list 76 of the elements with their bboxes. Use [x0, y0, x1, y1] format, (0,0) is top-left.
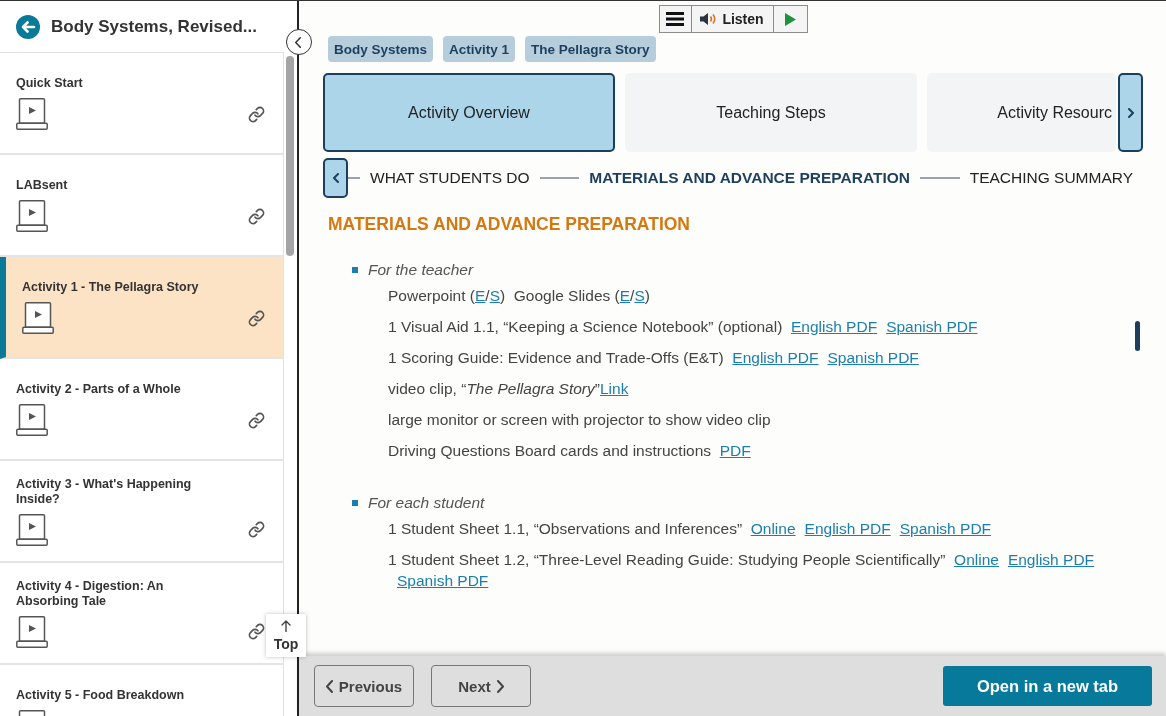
scrollbar-thumb[interactable]: [286, 56, 294, 256]
text-link[interactable]: S: [634, 285, 645, 306]
activity-title: Activity 1 - The Pellagra Story: [22, 280, 200, 295]
course-title: Body Systems, Revised...: [51, 16, 257, 37]
activity-title: Quick Start: [16, 76, 84, 91]
text-link[interactable]: English PDF: [1007, 549, 1095, 570]
step-link[interactable]: MATERIALS AND ADVANCE PREPARATION: [589, 169, 910, 187]
group-title: For the teacher: [368, 260, 474, 280]
material-item: Driving Questions Board cards and instructions PDF: [388, 440, 752, 461]
text-link[interactable]: English PDF: [790, 316, 878, 337]
material-item: 1 Scoring Guide: Evidence and Trade-Offs (E&T) English PDF Spanish PDF: [388, 347, 920, 368]
activity-title: Activity 2 - Parts of a Whole: [16, 382, 182, 397]
text-link[interactable]: Online: [750, 518, 796, 539]
link-icon[interactable]: [248, 105, 265, 123]
previous-button[interactable]: Previous: [314, 665, 414, 707]
laptop-play-icon: [16, 404, 48, 436]
text-link[interactable]: Spanish PDF: [886, 316, 978, 337]
material-item: 1 Visual Aid 1.1, “Keeping a Science Notebook” (optional) English PDF Spanish PDF: [388, 316, 979, 337]
scrollbar-thumb[interactable]: [1135, 321, 1140, 351]
play-icon: [784, 12, 796, 26]
square-bullet-icon: [352, 266, 358, 273]
link-icon[interactable]: [248, 411, 265, 429]
activity-title: Activity 5 - Food Breakdown: [16, 688, 186, 703]
breadcrumb-link[interactable]: Activity 1: [443, 36, 516, 62]
chevron-right-icon: [496, 679, 504, 693]
step-link[interactable]: TEACHING SUMMARY: [969, 169, 1133, 187]
text-link[interactable]: Link: [599, 378, 629, 399]
text-link[interactable]: E: [619, 285, 631, 306]
section-tab[interactable]: Activity Resourc: [927, 73, 1116, 152]
section-tab[interactable]: Activity Overview: [323, 73, 615, 152]
chevron-left-icon: [295, 36, 301, 48]
chevron-left-icon: [325, 679, 333, 693]
material-item: 1 Student Sheet 1.2, “Three-Level Reading Guide: Studying People Scientifically” Online English PDF Spanish PDF: [388, 549, 1096, 591]
section-tab[interactable]: Teaching Steps: [625, 73, 917, 152]
chevron-left-icon: [332, 173, 339, 183]
next-button[interactable]: Next: [431, 665, 531, 707]
text-link[interactable]: English PDF: [804, 518, 891, 539]
laptop-play-icon: [16, 513, 48, 546]
activity-title: LABsent: [16, 178, 69, 193]
link-icon[interactable]: [248, 309, 265, 327]
laptop-play-icon: [16, 615, 48, 648]
activity-title: Activity 3 - What's Happening Inside?: [16, 476, 193, 507]
section-heading: MATERIALS AND ADVANCE PREPARATION: [328, 213, 691, 235]
link-icon[interactable]: [248, 207, 265, 225]
text-link[interactable]: PDF: [719, 440, 751, 461]
material-item: large monitor or screen with projector to show video clip: [388, 410, 772, 430]
laptop-play-icon: [16, 98, 48, 130]
text-link[interactable]: English PDF: [732, 347, 819, 368]
link-icon[interactable]: [248, 623, 265, 640]
material-item: Powerpoint (E/S) Google Slides (E/S): [388, 285, 651, 306]
steps-previous-button[interactable]: [323, 158, 348, 198]
group-title: For each student: [368, 493, 485, 513]
text-link[interactable]: Spanish PDF: [397, 570, 489, 591]
step-link[interactable]: WHAT STUDENTS DO: [370, 169, 530, 187]
breadcrumb-link[interactable]: Body Systems: [328, 36, 434, 62]
text-link[interactable]: Online: [954, 549, 999, 570]
arrow-up-icon: [281, 619, 291, 632]
text-link[interactable]: E: [475, 285, 486, 306]
menu-icon: [666, 12, 684, 26]
laptop-play-icon: [16, 200, 48, 232]
sidebar-item[interactable]: Activity 1 - The Pellagra Story: [0, 257, 283, 359]
text-link[interactable]: Spanish PDF: [899, 518, 992, 539]
text-link[interactable]: Spanish PDF: [827, 347, 919, 368]
square-bullet-icon: [352, 499, 358, 506]
text-link[interactable]: S: [489, 285, 500, 306]
open-new-tab-button[interactable]: Open in a new tab: [943, 666, 1152, 706]
chevron-right-icon: [1127, 107, 1134, 118]
breadcrumb-link[interactable]: The Pellagra Story: [525, 36, 656, 62]
speaker-icon: [700, 12, 718, 26]
link-icon[interactable]: [248, 521, 265, 538]
activity-title: Activity 4 - Digestion: An Absorbing Tale: [16, 578, 165, 609]
material-item: video clip, “The Pellagra Story”Link: [388, 378, 630, 399]
back-to-top-button[interactable]: Top: [266, 614, 306, 657]
tabs-next-button[interactable]: [1118, 73, 1143, 152]
material-item: 1 Student Sheet 1.1, “Observations and Inferences” Online English PDF Spanish PDF: [388, 518, 993, 539]
laptop-play-icon: [22, 302, 54, 334]
